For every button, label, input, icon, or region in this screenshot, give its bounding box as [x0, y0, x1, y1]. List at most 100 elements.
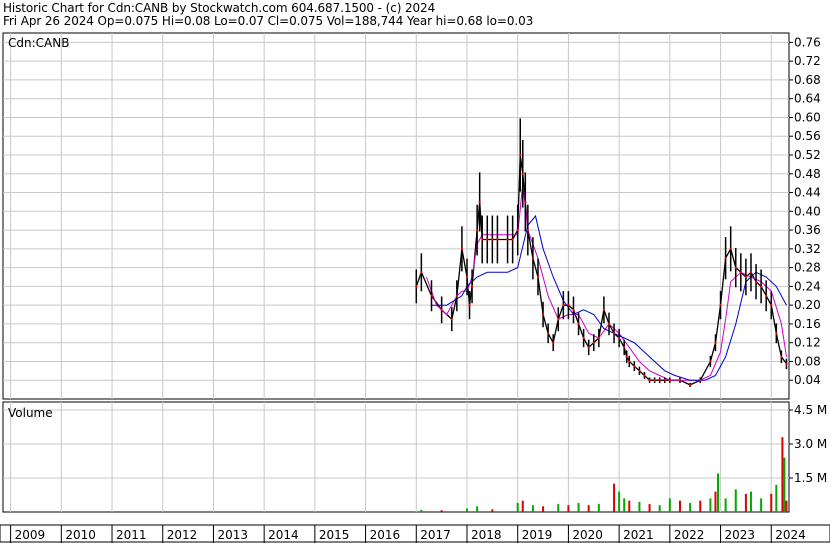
volume-axis-label: 3.0 M — [794, 437, 827, 451]
price-close-mark — [739, 271, 742, 274]
volume-bar — [717, 473, 720, 512]
price-axis-label: 0.44 — [794, 186, 821, 200]
price-close-mark — [734, 266, 737, 269]
volume-bar — [420, 509, 423, 512]
price-close-mark — [775, 332, 778, 335]
volume-bar — [577, 502, 580, 512]
volume-bar — [623, 498, 626, 512]
price-close-mark — [663, 379, 666, 382]
volume-bar — [770, 493, 773, 512]
price-axis-label: 0.24 — [794, 279, 821, 293]
price-close-mark — [481, 238, 484, 241]
price-close-mark — [780, 355, 783, 358]
volume-panel — [2, 401, 790, 513]
volume-bar — [597, 504, 600, 512]
price-axis-label: 0.20 — [794, 298, 821, 312]
price-close-mark — [572, 308, 575, 311]
volume-bar — [465, 508, 468, 512]
price-close-mark — [582, 337, 585, 339]
volume-bar — [476, 506, 479, 512]
volume-bar — [516, 502, 519, 512]
price-close-mark — [653, 379, 656, 382]
price-close-mark — [506, 238, 509, 241]
price-close-mark — [602, 308, 605, 311]
price-close-mark — [729, 247, 732, 250]
volume-bar — [531, 505, 534, 512]
price-close-mark — [547, 332, 550, 335]
price-close-mark — [638, 369, 641, 372]
price-close-mark — [592, 341, 595, 344]
year-axis-label: 2016 — [370, 528, 401, 542]
price-close-mark — [765, 294, 768, 297]
volume-bar — [491, 509, 494, 512]
price-close-mark — [755, 280, 758, 283]
price-close-mark — [450, 318, 453, 321]
volume-bar — [785, 500, 788, 512]
price-close-mark — [699, 379, 702, 382]
year-axis-label: 2010 — [65, 528, 96, 542]
price-close-mark — [526, 229, 529, 232]
year-axis-label: 2014 — [268, 528, 299, 542]
price-close-mark — [476, 229, 479, 232]
volume-bar — [521, 500, 524, 512]
price-close-mark — [618, 337, 621, 339]
price-close-mark — [689, 383, 692, 386]
price-panel — [2, 32, 790, 400]
price-close-mark — [567, 304, 570, 307]
volume-bar — [648, 504, 651, 512]
volume-bar — [749, 491, 752, 512]
volume-bar — [618, 491, 621, 512]
price-close-mark — [455, 294, 458, 297]
price-axis-label: 0.64 — [794, 92, 821, 106]
price-close-mark — [440, 308, 443, 311]
price-close-mark — [749, 271, 752, 274]
volume-bar — [783, 457, 786, 512]
volume-bar — [628, 500, 631, 512]
price-axis-label: 0.12 — [794, 336, 821, 350]
volume-bar — [668, 498, 671, 512]
year-axis-label: 2023 — [725, 528, 756, 542]
price-close-mark — [678, 379, 681, 382]
price-close-mark — [460, 247, 463, 250]
year-axis-label: 2017 — [420, 528, 451, 542]
volume-bar — [775, 484, 778, 512]
volume-bar — [638, 501, 641, 512]
volume-bar — [557, 504, 560, 512]
price-close-mark — [607, 322, 610, 325]
price-axis-label: 0.16 — [794, 317, 821, 331]
price-axis-label: 0.56 — [794, 129, 821, 143]
price-close-mark — [519, 154, 522, 156]
volume-bar — [724, 498, 727, 512]
volume-bar — [613, 483, 616, 512]
volume-bar — [542, 506, 545, 512]
price-close-mark — [633, 365, 636, 368]
year-axis-label: 2019 — [522, 528, 553, 542]
volume-bar — [689, 502, 692, 512]
price-close-mark — [478, 200, 481, 203]
price-close-mark — [521, 172, 524, 175]
price-close-mark — [658, 379, 661, 382]
price-axis-label: 0.76 — [794, 35, 821, 49]
price-close-mark — [714, 341, 717, 344]
volume-panel-title: Volume — [8, 406, 53, 420]
price-close-mark — [536, 276, 539, 278]
price-close-mark — [597, 337, 600, 339]
price-close-mark — [542, 313, 545, 316]
price-close-mark — [648, 379, 651, 382]
price-axis-label: 0.48 — [794, 167, 821, 181]
price-close-mark — [415, 285, 418, 288]
price-axis-label: 0.40 — [794, 204, 821, 218]
price-close-mark — [724, 257, 727, 260]
price-close-mark — [770, 304, 773, 307]
year-axis-label: 2020 — [572, 528, 603, 542]
price-close-mark — [471, 285, 474, 288]
year-axis-label: 2012 — [167, 528, 198, 542]
year-axis-label: 2024 — [775, 528, 806, 542]
price-close-mark — [531, 257, 534, 260]
year-axis-label: 2022 — [674, 528, 705, 542]
volume-bar — [699, 500, 702, 512]
volume-bar — [709, 498, 712, 512]
price-close-mark — [613, 332, 616, 335]
price-panel-title: Cdn:CANB — [8, 36, 69, 50]
price-close-mark — [719, 304, 722, 307]
